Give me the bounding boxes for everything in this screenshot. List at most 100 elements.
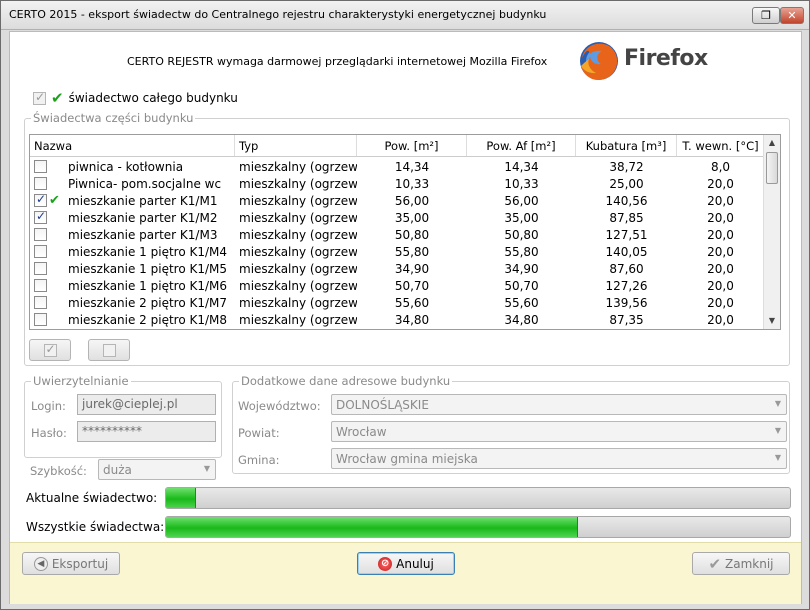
column-header-area-af[interactable]: Pow. Af [m²] [467, 135, 576, 156]
row-checkbox[interactable] [34, 296, 47, 309]
close-dialog-button[interactable]: ✔ Zamknij [692, 552, 790, 575]
table-row[interactable]: mieszkanie 1 piętro K1/M4 mieszkalny (ogr… [30, 243, 764, 260]
cell-temperature: 20,0 [707, 210, 734, 225]
cell-temperature: 20,0 [707, 312, 734, 327]
row-checkbox[interactable] [34, 160, 47, 173]
cell-name: mieszkanie parter K1/M1 [68, 193, 218, 208]
cell-type: mieszkalny (ogrzewany) [239, 210, 357, 225]
footer-bar: ◀ Eksportuj ⊘ Anuluj ✔ Zamknij [10, 542, 801, 604]
cell-name: mieszkanie parter K1/M2 [68, 210, 218, 225]
scroll-down-icon[interactable]: ▼ [764, 313, 780, 329]
voivodeship-value: DOLNOŚLĄSKIE [336, 398, 429, 412]
whole-building-checkbox[interactable] [33, 90, 46, 105]
cell-type: mieszkalny (ogrzewany) [239, 312, 357, 327]
chevron-down-icon: ▼ [774, 399, 781, 408]
chevron-down-icon: ▼ [203, 464, 210, 473]
main-window: CERTO 2015 - eksport świadectw do Centra… [0, 0, 810, 610]
cell-volume: 87,85 [609, 210, 644, 225]
cell-area-af: 34,90 [504, 261, 539, 276]
firefox-logo-icon [580, 42, 618, 80]
table-scrollbar[interactable]: ▲ ▼ [763, 135, 780, 329]
commune-label: Gmina: [238, 453, 280, 467]
close-label: Zamknij [725, 556, 774, 571]
row-checkbox[interactable] [34, 279, 47, 292]
window-title: CERTO 2015 - eksport świadectw do Centra… [9, 8, 547, 21]
column-header-temperature[interactable]: T. wewn. [°C] [677, 135, 764, 156]
export-button[interactable]: ◀ Eksportuj [22, 552, 120, 575]
current-certificate-progress [165, 487, 791, 509]
cell-type: mieszkalny (ogrzewany) [239, 159, 357, 174]
voivodeship-select[interactable]: DOLNOŚLĄSKIE ▼ [331, 394, 787, 415]
close-icon: ✕ [787, 9, 797, 22]
cell-area: 56,00 [394, 193, 430, 208]
export-label: Eksportuj [51, 556, 109, 571]
row-checkbox-cell [30, 313, 66, 326]
cell-type: mieszkalny (ogrzewany) [239, 244, 357, 259]
login-field[interactable]: jurek@cieplej.pl [77, 394, 216, 415]
cell-area-af: 50,80 [504, 227, 539, 242]
table-row[interactable]: mieszkanie parter K1/M3 mieszkalny (ogrze… [30, 226, 764, 243]
district-label: Powiat: [238, 426, 280, 440]
cancel-button[interactable]: ⊘ Anuluj [357, 552, 455, 575]
chevron-down-icon: ▼ [774, 426, 781, 435]
current-progress-fill [166, 488, 196, 508]
cell-area: 50,80 [394, 227, 430, 242]
table-row[interactable]: mieszkanie 1 piętro K1/M6 mieszkalny (ogr… [30, 277, 764, 294]
title-bar[interactable]: CERTO 2015 - eksport świadectw do Centra… [1, 1, 809, 30]
row-checkbox[interactable] [34, 192, 47, 207]
cell-volume: 87,60 [609, 261, 644, 276]
restore-button[interactable]: ❐ [752, 7, 780, 24]
cell-temperature: 20,0 [707, 278, 734, 293]
speed-select[interactable]: duża ▼ [98, 459, 216, 480]
voivodeship-label: Województwo: [238, 399, 321, 413]
row-checkbox[interactable] [34, 228, 47, 241]
table-row[interactable]: ✔ mieszkanie parter K1/M1 mieszkalny (ogrz… [30, 192, 764, 209]
client-area: CERTO REJESTR wymaga darmowej przeglądar… [9, 31, 802, 604]
password-field[interactable]: ********** [77, 421, 216, 442]
column-header-volume[interactable]: Kubatura [m³] [576, 135, 677, 156]
all-certificates-progress [165, 516, 791, 538]
row-checkbox-cell [30, 228, 66, 241]
scroll-thumb[interactable] [766, 152, 778, 184]
cell-volume: 38,72 [609, 159, 644, 174]
close-button[interactable]: ✕ [780, 7, 804, 24]
cell-volume: 140,05 [605, 244, 648, 259]
whole-building-option[interactable]: ✔ świadectwo całego budynku [33, 89, 238, 107]
row-checkbox-cell [30, 160, 66, 173]
deselect-all-button[interactable] [88, 339, 130, 361]
cell-temperature: 20,0 [707, 244, 734, 259]
row-checkbox[interactable] [34, 245, 47, 258]
row-checkbox[interactable] [34, 262, 47, 275]
cancel-label: Anuluj [396, 556, 434, 571]
table-row[interactable]: mieszkanie 2 piętro K1/M7 mieszkalny (ogr… [30, 294, 764, 311]
column-header-area[interactable]: Pow. [m²] [357, 135, 467, 156]
cell-name: mieszkanie parter K1/M3 [68, 227, 218, 242]
cell-type: mieszkalny (ogrzewany) [239, 227, 357, 242]
cell-name: mieszkanie 1 piętro K1/M5 [68, 261, 228, 276]
table-row[interactable]: mieszkanie 2 piętro K1/M8 mieszkalny (ogr… [30, 311, 764, 328]
building-parts-title: Świadectwa części budynku [31, 111, 196, 125]
table-row[interactable]: mieszkanie parter K1/M2 mieszkalny (ogrze… [30, 209, 764, 226]
scroll-up-icon[interactable]: ▲ [764, 135, 780, 151]
table-row[interactable]: Piwnica- pom.socjalne wc mieszkalny (ogrz… [30, 175, 764, 192]
cell-volume: 127,51 [605, 227, 648, 242]
district-value: Wrocław [336, 425, 387, 439]
cell-area-af: 14,34 [504, 159, 539, 174]
table-row[interactable]: mieszkanie 1 piętro K1/M5 mieszkalny (ogr… [30, 260, 764, 277]
cell-area-af: 35,00 [504, 210, 539, 225]
cell-area: 50,70 [394, 278, 430, 293]
row-checkbox[interactable] [34, 177, 47, 190]
row-checkbox[interactable] [34, 209, 47, 224]
cell-area-af: 56,00 [504, 193, 539, 208]
district-select[interactable]: Wrocław ▼ [331, 421, 787, 442]
column-header-type[interactable]: Typ [235, 135, 357, 156]
column-header-name[interactable]: Nazwa [30, 135, 235, 156]
cell-name: mieszkanie 1 piętro K1/M6 [68, 278, 228, 293]
table-row[interactable]: piwnica - kotłownia mieszkalny (ogrzewany… [30, 158, 764, 175]
row-checkbox[interactable] [34, 313, 47, 326]
password-label: Hasło: [31, 426, 67, 440]
select-all-button[interactable] [29, 339, 71, 361]
cell-type: mieszkalny (ogrzewany) [239, 193, 357, 208]
commune-select[interactable]: Wrocław gmina miejska ▼ [331, 448, 787, 469]
speed-label: Szybkość: [30, 464, 87, 478]
